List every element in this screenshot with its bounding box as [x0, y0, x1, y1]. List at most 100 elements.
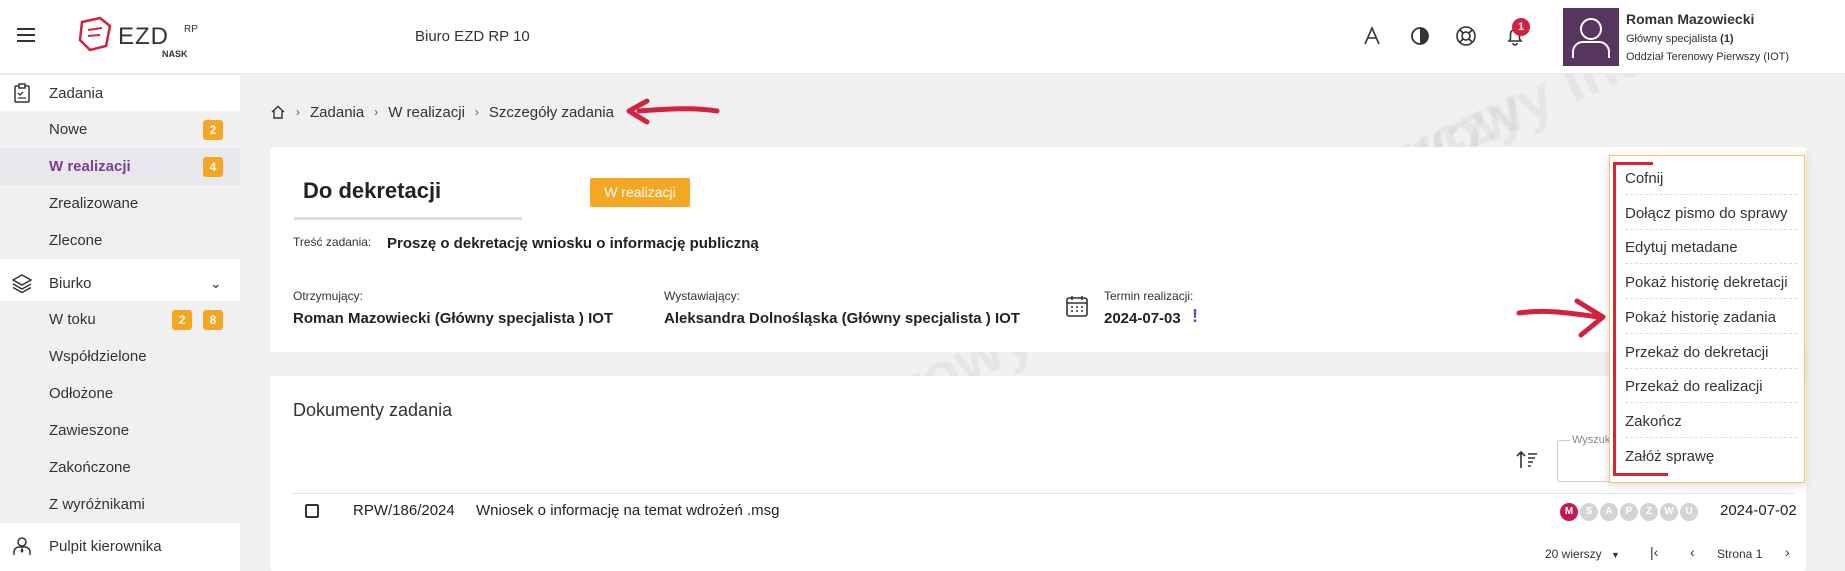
clipboard-icon	[14, 83, 30, 103]
flag-chip: Z	[1640, 503, 1658, 521]
issuer-label: Wystawiający:	[664, 289, 740, 303]
flag-chip: M	[1560, 503, 1578, 521]
sidebar-section-label: Pulpit kierownika	[49, 537, 162, 555]
sidebar-section-pulpit[interactable]: Pulpit kierownika	[0, 528, 240, 564]
user-unit: Oddział Terenowy Pierwszy (IOT)	[1626, 51, 1790, 63]
flag-chip: S	[1580, 503, 1598, 521]
sidebar-item-zrealizowane[interactable]: Zrealizowane	[0, 185, 240, 222]
menu-item-label: Pokaż historię dekretacji	[1625, 274, 1788, 291]
home-icon[interactable]	[270, 104, 286, 120]
page-indicator: Strona 1	[1717, 547, 1763, 561]
count-badge: 2	[172, 310, 192, 330]
user-name[interactable]: Roman Mazowiecki	[1626, 11, 1754, 27]
menu-item-cofnij[interactable]: Cofnij	[1625, 161, 1797, 195]
breadcrumb-item-zadania[interactable]: Zadania	[310, 104, 364, 121]
document-flags: M S A P Z W U	[1560, 503, 1698, 521]
sidebar-item-z-wyroznikami[interactable]: Z wyróżnikami	[0, 486, 240, 523]
recipient-label: Otrzymujący:	[293, 289, 364, 303]
contrast-icon[interactable]	[1408, 24, 1432, 48]
sidebar-item-label: Współdzielone	[49, 348, 147, 365]
sidebar-item-label: Nowe	[49, 121, 88, 138]
menu-item-label: Przekaż do dekretacji	[1625, 344, 1769, 361]
annotation-bracket	[1613, 473, 1668, 476]
menu-item-historia-dekretacji[interactable]: Pokaż historię dekretacji	[1625, 265, 1797, 299]
issuer-value: Aleksandra Dolnośląska (Główny specjalis…	[664, 310, 1020, 327]
sidebar-item-label: W realizacji	[49, 158, 131, 175]
flag-chip: U	[1680, 503, 1698, 521]
sidebar-item-nowe[interactable]: Nowe 2	[0, 111, 240, 148]
sidebar-item-w-realizacji[interactable]: W realizacji 4	[0, 148, 240, 185]
menu-item-edytuj-metadane[interactable]: Edytuj metadane	[1625, 230, 1797, 264]
title-underline	[294, 217, 522, 220]
next-page-icon[interactable]: ›	[1785, 544, 1790, 560]
count-badge: 2	[203, 120, 223, 140]
first-page-icon[interactable]: |‹	[1650, 544, 1658, 560]
sidebar-item-label: Odłożone	[49, 385, 114, 402]
sort-icon[interactable]	[1515, 448, 1539, 472]
breadcrumb-separator: ›	[474, 105, 479, 119]
recipient-value: Roman Mazowiecki (Główny specjalista ) I…	[293, 310, 614, 327]
annotation-arrow-right	[1516, 298, 1606, 338]
sidebar-item-w-toku[interactable]: W toku 2 8	[0, 301, 240, 338]
menu-item-label: Cofnij	[1625, 170, 1664, 187]
menu-icon[interactable]	[17, 28, 35, 42]
row-checkbox[interactable]	[305, 504, 319, 518]
calendar-icon	[1066, 296, 1088, 317]
sidebar-section-label: Zadania	[49, 84, 104, 102]
deadline-value: 2024-07-03	[1104, 310, 1181, 327]
sidebar-section-zadania[interactable]: Zadania	[0, 75, 240, 111]
rows-per-page-select[interactable]: 20 wierszy ▼	[1545, 547, 1620, 561]
sidebar-item-label: Zakończone	[49, 459, 131, 476]
task-content-value: Proszę o dekretację wniosku o informację…	[387, 235, 759, 252]
sidebar-item-label: Z wyróżnikami	[49, 496, 145, 513]
count-badge: 8	[203, 310, 223, 330]
manager-icon	[13, 537, 31, 555]
sidebar-item-label: Zawieszone	[49, 422, 130, 439]
menu-item-zakoncz[interactable]: Zakończ	[1625, 404, 1797, 438]
status-badge: W realizacji	[590, 178, 690, 207]
menu-item-label: Zakończ	[1625, 413, 1682, 430]
sidebar-item-label: Zrealizowane	[49, 195, 139, 212]
notification-badge: 1	[1512, 18, 1530, 36]
caret-down-icon: ▼	[1611, 550, 1620, 560]
menu-item-przekaz-realizacji[interactable]: Przekaż do realizacji	[1625, 369, 1797, 403]
documents-card: Dokumenty zadania Wyszuk RPW/186/2024 Wn…	[270, 376, 1806, 571]
sidebar-item-zakonczone[interactable]: Zakończone	[0, 449, 240, 486]
menu-item-historia-zadania[interactable]: Pokaż historię zadania	[1625, 300, 1797, 334]
divider	[293, 493, 1795, 494]
annotation-bracket	[1613, 162, 1616, 476]
breadcrumb-item-w-realizacji[interactable]: W realizacji	[388, 104, 465, 121]
ezd-logo[interactable]: EZD RP NASK	[78, 16, 208, 60]
document-number[interactable]: RPW/186/2024	[353, 502, 455, 519]
svg-text:EZD: EZD	[118, 23, 169, 50]
user-role-count: (1)	[1720, 33, 1734, 45]
flag-chip: W	[1660, 503, 1678, 521]
breadcrumb-separator: ›	[296, 105, 300, 119]
sidebar-section-biurko[interactable]: Biurko ⌄	[0, 265, 240, 301]
task-title: Do dekretacji	[303, 178, 442, 203]
documents-title: Dokumenty zadania	[293, 400, 453, 420]
menu-item-label: Edytuj metadane	[1625, 239, 1738, 256]
user-role: Główny specjalista (1)	[1626, 33, 1734, 45]
rows-per-page-label: 20 wierszy	[1545, 547, 1602, 561]
sidebar-item-zlecone[interactable]: Zlecone	[0, 222, 240, 259]
menu-item-label: Załóż sprawę	[1625, 448, 1715, 465]
annotation-arrow-left	[626, 98, 720, 125]
avatar[interactable]	[1563, 8, 1619, 66]
sidebar-item-zawieszone[interactable]: Zawieszone	[0, 412, 240, 449]
help-icon[interactable]	[1454, 24, 1478, 48]
menu-item-zaloz-sprawe[interactable]: Załóż sprawę	[1625, 439, 1797, 473]
font-size-icon[interactable]	[1360, 24, 1384, 48]
menu-item-dolacz-pismo[interactable]: Dołącz pismo do sprawy	[1625, 196, 1797, 230]
count-badge: 4	[203, 157, 223, 177]
menu-item-przekaz-dekretacji[interactable]: Przekaż do dekretacji	[1625, 335, 1797, 369]
svg-text:RP: RP	[184, 24, 198, 35]
breadcrumb: › Zadania › W realizacji › Szczegóły zad…	[270, 102, 614, 122]
app-header: EZD RP NASK Biuro EZD RP 10 1 Roman Mazo…	[0, 0, 1845, 74]
prev-page-icon[interactable]: ‹	[1690, 544, 1695, 560]
sidebar-item-label: W toku	[49, 311, 96, 328]
document-name[interactable]: Wniosek o informację na temat wdrożeń .m…	[476, 502, 779, 519]
sidebar-item-odlozone[interactable]: Odłożone	[0, 375, 240, 412]
sidebar-item-wspoldzielone[interactable]: Współdzielone	[0, 338, 240, 375]
chevron-down-icon[interactable]: ⌄	[210, 275, 222, 292]
